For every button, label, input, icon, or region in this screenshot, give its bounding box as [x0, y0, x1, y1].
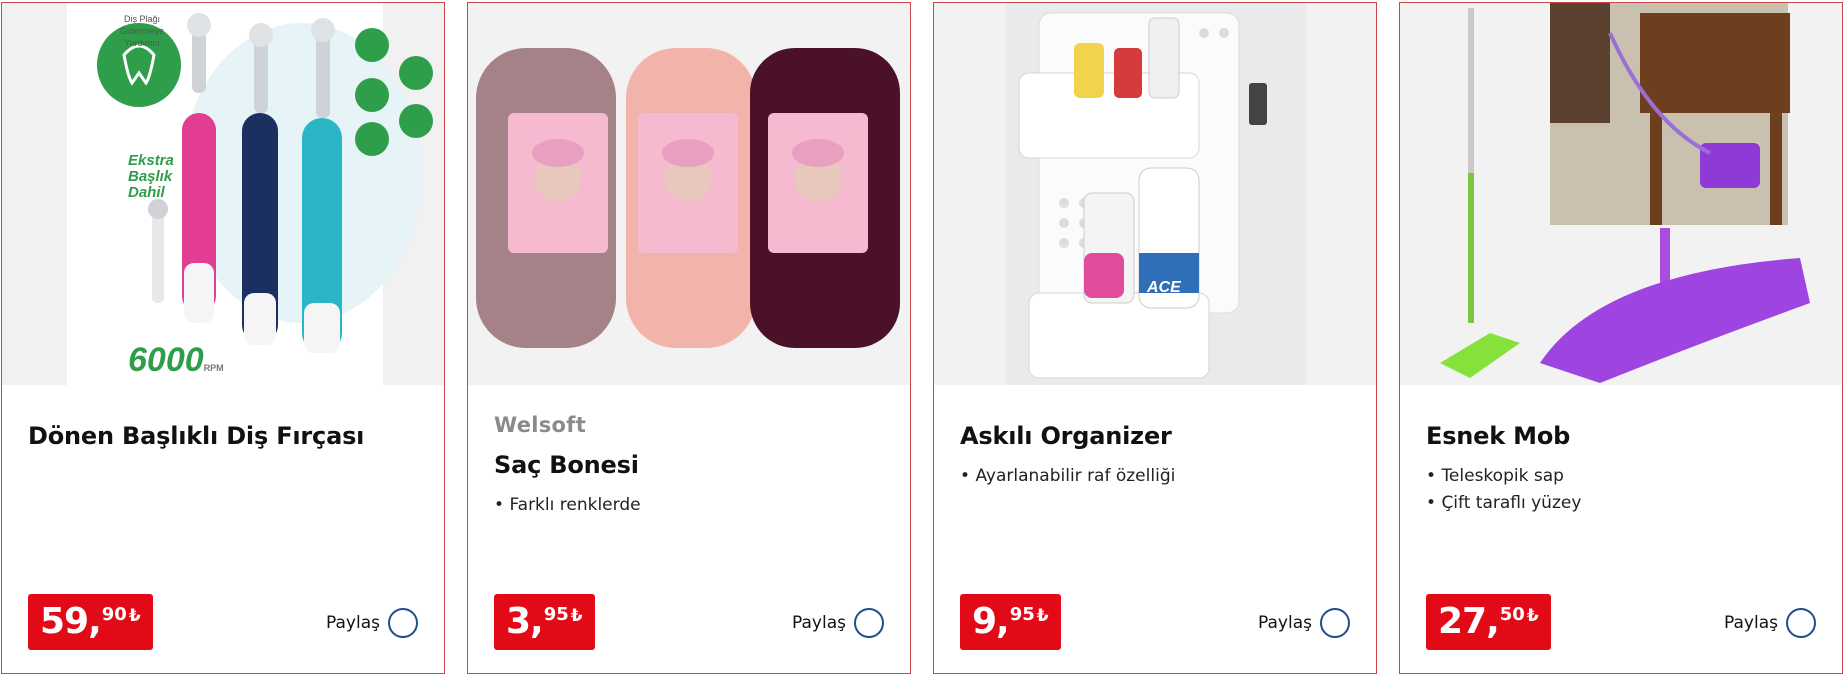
- feature-item: Ayarlanabilir raf özelliği: [960, 463, 1175, 490]
- share-button[interactable]: Paylaş: [1724, 608, 1816, 638]
- product-card-toothbrush[interactable]: Diş Plağı Gidermeye Yardımcı Ekstra Başl…: [1, 2, 445, 674]
- product-image-organizer[interactable]: ACE: [934, 3, 1376, 385]
- price-whole: 27,: [1438, 601, 1500, 642]
- product-image-hair-towel[interactable]: [468, 3, 910, 385]
- product-features: Teleskopik sap Çift taraflı yüzey: [1426, 463, 1581, 517]
- feature-item: Çift taraflı yüzey: [1426, 490, 1581, 517]
- share-label: Paylaş: [792, 613, 846, 633]
- share-button[interactable]: Paylaş: [326, 608, 418, 638]
- share-icon: [1786, 608, 1816, 638]
- price-currency: ₺: [1036, 606, 1049, 626]
- share-button[interactable]: Paylaş: [792, 608, 884, 638]
- organizer-illustration: [934, 3, 1376, 385]
- price-currency: ₺: [128, 606, 141, 626]
- share-label: Paylaş: [326, 613, 380, 633]
- price-whole: 3,: [506, 601, 544, 642]
- price-badge: 3, 95 ₺: [494, 594, 595, 650]
- product-image-toothbrush[interactable]: Diş Plağı Gidermeye Yardımcı Ekstra Başl…: [2, 3, 444, 385]
- share-icon: [854, 608, 884, 638]
- product-title[interactable]: Dönen Başlıklı Diş Fırçası: [28, 421, 418, 451]
- price-fraction: 95: [1009, 604, 1035, 625]
- product-card-mop[interactable]: Esnek Mob Teleskopik sap Çift taraflı yü…: [1399, 2, 1843, 674]
- price-whole: 59,: [40, 601, 102, 642]
- price-badge: 9, 95 ₺: [960, 594, 1061, 650]
- product-title[interactable]: Esnek Mob: [1426, 421, 1816, 451]
- toothbrush-illustration: [67, 3, 433, 385]
- product-features: Ayarlanabilir raf özelliği: [960, 463, 1175, 490]
- feature-item: Farklı renklerde: [494, 492, 640, 519]
- price-fraction: 90: [101, 604, 127, 625]
- product-card-hair-towel[interactable]: Welsoft Saç Bonesi Farklı renklerde 3, 9…: [467, 2, 911, 674]
- mop-illustration: [1400, 3, 1842, 385]
- image-caption-rpm: 6000RPM: [128, 341, 224, 380]
- product-title[interactable]: Askılı Organizer: [960, 421, 1350, 451]
- product-grid: Diş Plağı Gidermeye Yardımcı Ekstra Başl…: [0, 0, 1845, 676]
- product-image-mop[interactable]: [1400, 3, 1842, 385]
- share-icon: [388, 608, 418, 638]
- share-button[interactable]: Paylaş: [1258, 608, 1350, 638]
- price-whole: 9,: [972, 601, 1010, 642]
- product-features: Farklı renklerde: [494, 492, 640, 519]
- price-fraction: 95: [543, 604, 569, 625]
- product-title[interactable]: Saç Bonesi: [494, 450, 884, 480]
- price-currency: ₺: [570, 606, 583, 626]
- price-currency: ₺: [1526, 606, 1539, 626]
- image-caption-extra: Ekstra Başlık Dahil: [128, 152, 174, 201]
- share-icon: [1320, 608, 1350, 638]
- product-brand: Welsoft: [494, 413, 587, 437]
- feature-item: Teleskopik sap: [1426, 463, 1581, 490]
- image-caption-plaque: Diş Plağı Gidermeye Yardımcı: [119, 14, 164, 48]
- price-fraction: 50: [1499, 604, 1525, 625]
- image-caption-rpm-unit: RPM: [203, 363, 224, 373]
- share-label: Paylaş: [1258, 613, 1312, 633]
- image-caption-rpm-value: 6000: [128, 341, 204, 379]
- product-card-organizer[interactable]: ACE Askılı Organizer Ayarlanabilir raf ö…: [933, 2, 1377, 674]
- image-caption-ace: ACE: [1147, 279, 1181, 296]
- price-badge: 59, 90 ₺: [28, 594, 153, 650]
- price-badge: 27, 50 ₺: [1426, 594, 1551, 650]
- share-label: Paylaş: [1724, 613, 1778, 633]
- hair-towel-illustration: [468, 3, 910, 385]
